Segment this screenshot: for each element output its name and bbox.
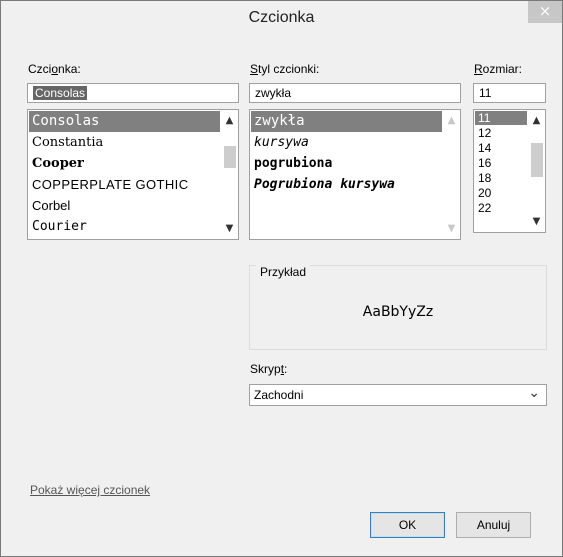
script-label: Skrypt:	[250, 362, 288, 376]
font-list[interactable]: Consolas Constantia Cooper COPPERPLATE G…	[27, 109, 239, 240]
size-item[interactable]: 12	[475, 126, 527, 140]
style-item-italic[interactable]: kursywa	[251, 132, 442, 153]
font-item-cooper[interactable]: Cooper	[29, 153, 220, 174]
style-list[interactable]: zwykła kursywa pogrubiona Pogrubiona kur…	[249, 109, 461, 240]
size-item[interactable]: 11	[475, 111, 527, 125]
scroll-down-icon[interactable]: ▼	[443, 220, 460, 237]
font-dialog: Czcionka × Czcionka: Consolas Consolas C…	[0, 0, 563, 557]
style-item-bold[interactable]: pogrubiona	[251, 153, 442, 174]
title-bar: Czcionka ×	[1, 1, 562, 34]
scroll-down-icon[interactable]: ▼	[528, 213, 545, 230]
cancel-button[interactable]: Anuluj	[456, 512, 531, 538]
size-item[interactable]: 18	[475, 171, 527, 185]
sample-label: Przykład	[256, 265, 311, 279]
style-item-bold-italic[interactable]: Pogrubiona kursywa	[251, 174, 442, 195]
script-select[interactable]: Zachodni ⌄	[249, 384, 547, 406]
font-item-copperplate[interactable]: COPPERPLATE GOTHIC	[29, 174, 220, 195]
size-list-scrollbar[interactable]: ▲ ▼	[528, 110, 545, 232]
style-input[interactable]: zwykła	[249, 83, 461, 103]
font-label: Czcionka:	[28, 62, 81, 76]
size-input[interactable]: 11	[473, 83, 546, 103]
font-input[interactable]: Consolas	[27, 83, 239, 103]
scroll-up-icon[interactable]: ▲	[528, 112, 545, 129]
font-item-constantia[interactable]: Constantia	[29, 132, 220, 153]
size-item[interactable]: 20	[475, 186, 527, 200]
dialog-title: Czcionka	[248, 9, 315, 26]
scroll-thumb[interactable]	[531, 143, 543, 177]
font-item-consolas[interactable]: Consolas	[29, 111, 220, 132]
sample-text: AaBbYyZz	[362, 304, 434, 320]
font-item-corbel[interactable]: Corbel	[29, 195, 220, 216]
size-item[interactable]: 14	[475, 141, 527, 155]
chevron-down-icon: ⌄	[528, 385, 540, 401]
dialog-body: Czcionka: Consolas Consolas Constantia C…	[9, 34, 554, 548]
scroll-up-icon[interactable]: ▲	[221, 112, 238, 129]
size-label: Rozmiar:	[474, 62, 523, 76]
scroll-thumb[interactable]	[224, 146, 236, 168]
show-more-fonts-link[interactable]: Pokaż więcej czcionek	[30, 483, 150, 497]
style-label: Styl czcionki:	[250, 62, 320, 76]
size-list[interactable]: 11 12 14 16 18 20 22 ▲ ▼	[473, 109, 546, 233]
close-icon[interactable]: ×	[528, 1, 562, 23]
scroll-up-icon[interactable]: ▲	[443, 112, 460, 129]
font-list-scrollbar[interactable]: ▲ ▼	[221, 110, 238, 239]
font-input-value: Consolas	[33, 86, 88, 100]
ok-button[interactable]: OK	[370, 512, 445, 538]
style-item-regular[interactable]: zwykła	[251, 111, 442, 132]
size-item[interactable]: 22	[475, 201, 527, 215]
scroll-down-icon[interactable]: ▼	[221, 220, 238, 237]
style-list-scrollbar[interactable]: ▲ ▼	[443, 110, 460, 239]
font-item-courier[interactable]: Courier	[29, 216, 220, 237]
size-item[interactable]: 16	[475, 156, 527, 170]
script-select-value: Zachodni	[254, 388, 304, 402]
